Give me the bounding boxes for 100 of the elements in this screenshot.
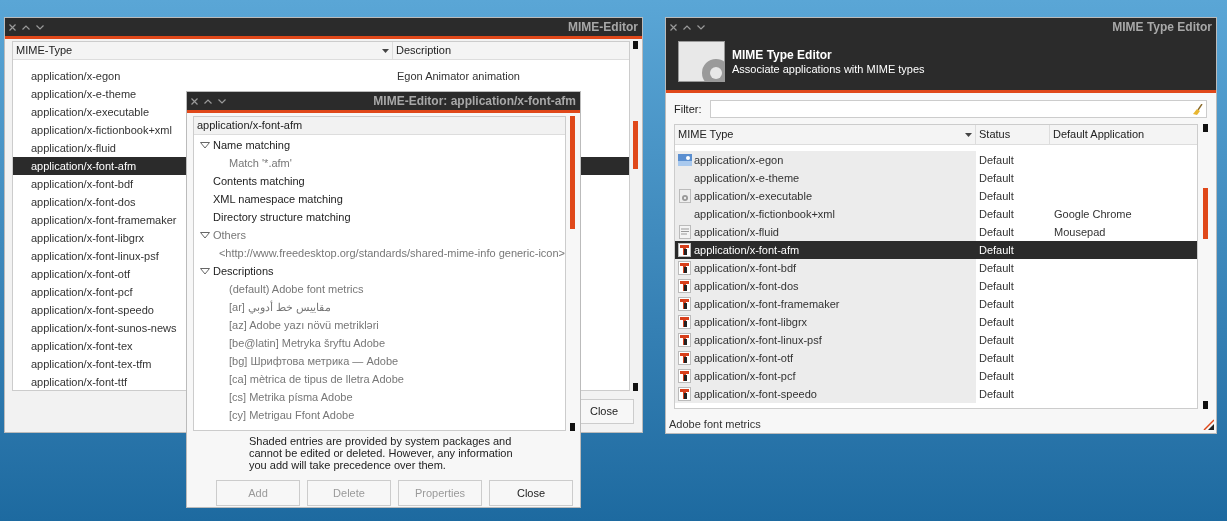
scrollbar[interactable]: [570, 116, 575, 431]
tree-item[interactable]: [cs] Metrika písma Adobe: [194, 388, 565, 406]
column-header[interactable]: Status: [976, 125, 1050, 144]
mime-type-cell-text: application/x-egon: [694, 152, 784, 168]
broom-icon[interactable]: [1193, 103, 1203, 115]
font-icon: [678, 243, 691, 257]
window-title: MIME Type Editor: [1112, 19, 1212, 36]
scrollbar-thumb[interactable]: [1203, 188, 1208, 239]
mime-type-cell-text: application/x-font-speedo: [694, 386, 817, 402]
tree-item[interactable]: (default) Adobe font metrics: [194, 280, 565, 298]
scrollbar-thumb[interactable]: [633, 121, 638, 169]
tree-item[interactable]: Descriptions: [194, 262, 565, 280]
mime-type-cell-text: application/x-font-libgrx: [694, 314, 808, 330]
tree-item[interactable]: [cy] Metrigau Ffont Adobe: [194, 406, 565, 424]
tree-label: [cs] Metrika písma Adobe: [229, 389, 353, 405]
status-cell-text: Default: [978, 224, 1015, 240]
mime-type-cell-text: application/x-egon: [31, 68, 121, 84]
status-cell-text: Default: [978, 314, 1015, 330]
header-title: MIME Type Editor: [732, 47, 833, 63]
scrollbar[interactable]: [1203, 124, 1208, 409]
scrollbar-thumb[interactable]: [570, 116, 575, 229]
sort-icon: [965, 132, 972, 137]
description-cell-text: Egon Animator animation: [396, 68, 520, 84]
tree-label: [be@latin] Metryka šryftu Adobe: [229, 335, 386, 351]
font-icon: [678, 279, 691, 293]
tree-label: Contents matching: [213, 173, 305, 189]
chevron-up-icon[interactable]: [22, 24, 30, 30]
font-icon: [678, 315, 691, 329]
column-title: MIME-Type: [16, 43, 73, 59]
chevron-down-icon[interactable]: [697, 24, 705, 30]
scrollbar[interactable]: [633, 41, 638, 391]
tree-item[interactable]: Directory structure matching: [194, 208, 565, 226]
tree-label: Name matching: [213, 137, 291, 153]
mime-type-cell-text: application/x-font-bdf: [694, 260, 797, 276]
font-icon: [678, 387, 691, 401]
expanded-arrow-icon[interactable]: [200, 267, 210, 275]
image-icon: [677, 154, 692, 166]
status-cell-text: Default: [978, 296, 1015, 312]
window-title: MIME-Editor: [568, 19, 638, 36]
tree-item[interactable]: XML namespace matching: [194, 190, 565, 208]
status-cell-text: Default: [978, 332, 1015, 348]
column-header[interactable]: Description: [393, 42, 629, 59]
column-header[interactable]: MIME-Type: [13, 42, 393, 59]
expanded-arrow-icon[interactable]: [200, 231, 210, 239]
mime-type-cell-text: application/x-executable: [694, 188, 813, 204]
tree-item[interactable]: [ar] مقاييس خط أدوبي: [194, 298, 565, 316]
mime-type-cell-text: application/x-executable: [31, 104, 150, 120]
column-header[interactable]: Default Application: [1050, 125, 1197, 144]
tree-item[interactable]: [bg] Шрифтова метрика — Adobe: [194, 352, 565, 370]
tree-item[interactable]: Match '*.afm': [194, 154, 565, 172]
table-row[interactable]: application/x-egon Egon Animator animation: [13, 67, 629, 85]
font-icon: [678, 369, 691, 383]
chevron-up-icon[interactable]: [204, 98, 212, 104]
tree-item[interactable]: <http://www.freedesktop.org/standards/shared-mime-info generic-icon>: [194, 244, 565, 262]
close-icon[interactable]: [670, 23, 677, 31]
window-title: MIME-Editor: application/x-font-afm: [373, 93, 576, 110]
tree-item[interactable]: Name matching: [194, 136, 565, 154]
filter-field[interactable]: [709, 100, 1207, 118]
dialog-button[interactable]: Close: [489, 480, 573, 506]
tree-label: Descriptions: [213, 263, 274, 279]
font-icon: [678, 333, 691, 347]
chevron-down-icon[interactable]: [218, 98, 226, 104]
tree-item[interactable]: [az] Adobe yazı növü metrikləri: [194, 316, 565, 334]
sort-icon: [382, 48, 389, 53]
status-bar-text: Adobe font metrics: [669, 416, 761, 432]
mime-type-cell-text: application/x-fictionbook+xml: [694, 206, 835, 222]
application-cell-text: Mousepad: [1053, 224, 1106, 240]
chevron-up-icon[interactable]: [683, 24, 691, 30]
status-cell-text: Default: [978, 188, 1015, 204]
tree-label: [az] Adobe yazı növü metrikləri: [229, 317, 379, 333]
tree-label: [ar] مقاييس خط أدوبي: [229, 299, 332, 316]
chevron-down-icon[interactable]: [36, 24, 44, 30]
column-header[interactable]: MIME Type: [675, 125, 976, 144]
gear-document-icon: [678, 189, 691, 203]
tree-item[interactable]: Others: [194, 226, 565, 244]
status-cell-text: Default: [978, 260, 1015, 276]
close-icon[interactable]: [191, 97, 198, 105]
tree-item[interactable]: [be@latin] Metryka šryftu Adobe: [194, 334, 565, 352]
mime-type-cell-text: application/x-font-framemaker: [694, 296, 840, 312]
type-field[interactable]: application/x-font-afm: [194, 117, 565, 135]
tree-item[interactable]: [ca] mètrica de tipus de lletra Adobe: [194, 370, 565, 388]
gear-icon: [678, 41, 725, 82]
status-cell-text: Default: [978, 206, 1015, 222]
close-icon[interactable]: [9, 23, 16, 31]
tree-label: [cy] Metrigau Ffont Adobe: [229, 407, 355, 423]
mime-type-cell-text: application/x-font-dos: [694, 278, 799, 294]
document-icon: [678, 225, 691, 239]
tree-label: (default) Adobe font metrics: [229, 281, 364, 297]
resize-grip-icon[interactable]: [1203, 418, 1214, 430]
expanded-arrow-icon[interactable]: [200, 141, 210, 149]
tree-item[interactable]: Contents matching: [194, 172, 565, 190]
application-cell-text: Google Chrome: [1053, 206, 1132, 222]
status-cell-text: Default: [978, 242, 1015, 258]
mime-type-cell-text: application/x-font-afm: [694, 242, 800, 258]
mime-type-cell-text: application/x-font-pcf: [694, 368, 796, 384]
table-row[interactable]: application/x-font-afm Default: [675, 241, 1197, 259]
mime-type-cell-text: application/x-font-linux-psf: [694, 332, 822, 348]
filter-label: Filter:: [674, 101, 702, 117]
tree-label: Others: [213, 227, 246, 243]
tree-label: [bg] Шрифтова метрика — Adobe: [229, 353, 399, 369]
